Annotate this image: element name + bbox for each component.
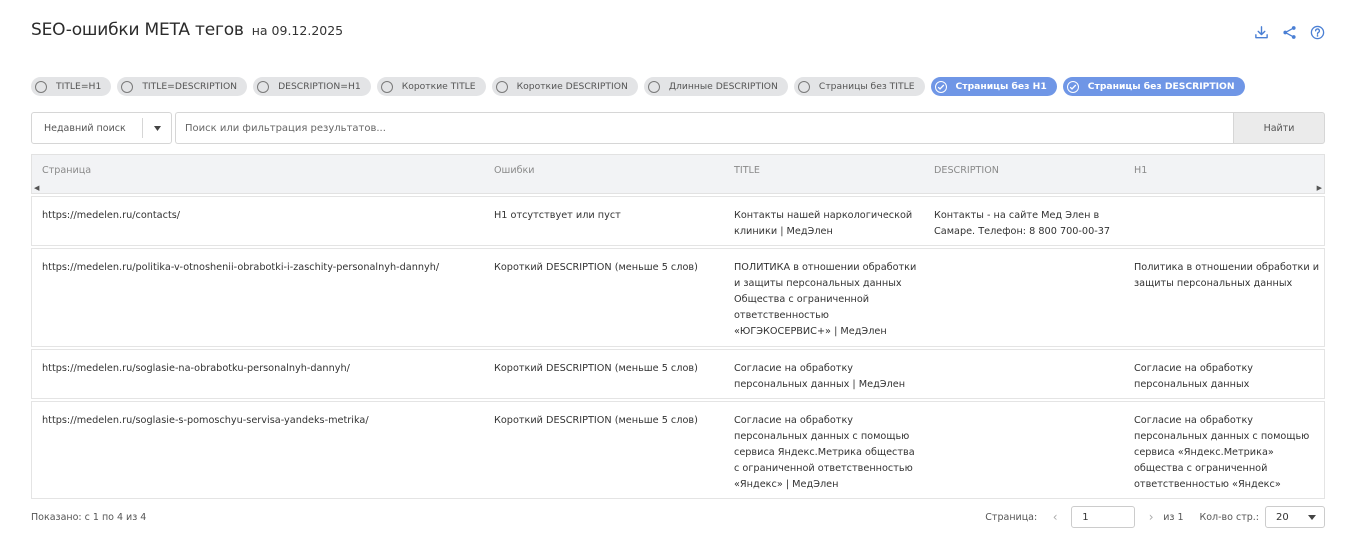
page-input[interactable] bbox=[1071, 506, 1136, 528]
scroll-left-icon[interactable]: ◀ bbox=[34, 184, 39, 192]
caret-down-icon bbox=[1308, 512, 1316, 523]
chip-label: Страницы без H1 bbox=[955, 81, 1047, 92]
table-row[interactable]: https://medelen.ru/contacts/ H1 отсутств… bbox=[31, 196, 1325, 246]
table-header: Страница Ошибки TITLE DESCRIPTION H1 bbox=[31, 154, 1325, 184]
table-row[interactable]: https://medelen.ru/politika-v-otnoshenii… bbox=[31, 248, 1325, 347]
cell-title: Согласие на обработку персональных данны… bbox=[734, 415, 915, 490]
page-label: Страница: bbox=[985, 511, 1038, 523]
results-table: Страница Ошибки TITLE DESCRIPTION H1 ◀ ▶… bbox=[31, 154, 1325, 499]
column-header-page[interactable]: Страница bbox=[42, 165, 91, 176]
cell-title: Согласие на обработку персональных данны… bbox=[734, 363, 906, 390]
filter-chip-long-description[interactable]: Длинные DESCRIPTION bbox=[643, 77, 788, 96]
results-count: Показано: с 1 по 4 из 4 bbox=[31, 512, 147, 523]
filter-chip-no-description[interactable]: Страницы без DESCRIPTION bbox=[1062, 77, 1245, 96]
cell-errors: Короткий DESCRIPTION (меньше 5 слов) bbox=[494, 363, 698, 374]
filter-chip-no-h1[interactable]: Страницы без H1 bbox=[930, 77, 1057, 96]
cell-errors: H1 отсутствует или пуст bbox=[494, 210, 621, 221]
column-header-h1[interactable]: H1 bbox=[1134, 165, 1147, 176]
page-header: SEO-ошибки META тегов на 09.12.2025 bbox=[31, 20, 343, 46]
filter-chip-short-title[interactable]: Короткие TITLE bbox=[376, 77, 486, 96]
column-header-description[interactable]: DESCRIPTION bbox=[934, 165, 999, 176]
recent-search-label: Недавний поиск bbox=[44, 122, 126, 134]
chip-label: Страницы без TITLE bbox=[818, 81, 915, 92]
column-header-errors[interactable]: Ошибки bbox=[494, 165, 535, 176]
radio-icon bbox=[257, 80, 270, 93]
cell-page[interactable]: https://medelen.ru/soglasie-s-pomoschyu-… bbox=[42, 413, 482, 429]
cell-page[interactable]: https://medelen.ru/soglasie-na-obrabotku… bbox=[42, 361, 482, 377]
page-title: SEO-ошибки META тегов bbox=[31, 20, 244, 40]
chip-label: Страницы без DESCRIPTION bbox=[1087, 81, 1235, 92]
pagination: Страница: ‹ › из 1 Кол-во стр.: 20 bbox=[985, 506, 1325, 528]
radio-icon bbox=[35, 80, 47, 93]
download-icon[interactable] bbox=[1252, 23, 1270, 41]
radio-icon bbox=[647, 80, 660, 93]
check-icon bbox=[1066, 80, 1079, 93]
radio-icon bbox=[797, 80, 810, 93]
page-date: на 09.12.2025 bbox=[251, 23, 344, 38]
cell-page[interactable]: https://medelen.ru/politika-v-otnoshenii… bbox=[42, 260, 482, 276]
chip-label: DESCRIPTION=H1 bbox=[278, 81, 361, 92]
filter-chip-title-h1[interactable]: TITLE=H1 bbox=[31, 77, 112, 96]
cell-title: Контакты нашей наркологической клиники |… bbox=[734, 210, 913, 237]
cell-h1: Согласие на обработку персональных данны… bbox=[1134, 415, 1310, 490]
help-icon[interactable] bbox=[1308, 23, 1326, 41]
page-size-label: Кол-во стр.: bbox=[1199, 511, 1260, 523]
chip-label: Короткие TITLE bbox=[401, 81, 476, 92]
table-row[interactable]: https://medelen.ru/soglasie-s-pomoschyu-… bbox=[31, 401, 1325, 499]
search-bar: Недавний поиск Найти bbox=[31, 112, 1325, 144]
cell-h1: Согласие на обработку персональных данны… bbox=[1134, 363, 1254, 390]
filter-chips: TITLE=H1 TITLE=DESCRIPTION DESCRIPTION=H… bbox=[31, 77, 1245, 96]
filter-chip-description-h1[interactable]: DESCRIPTION=H1 bbox=[253, 77, 371, 96]
chip-label: Короткие DESCRIPTION bbox=[516, 81, 628, 92]
check-icon bbox=[934, 80, 947, 93]
cell-title: ПОЛИТИКА в отношении обработки и защиты … bbox=[734, 262, 917, 337]
chevron-right-icon[interactable]: › bbox=[1145, 510, 1157, 524]
radio-icon bbox=[380, 80, 393, 93]
recent-search-dropdown[interactable]: Недавний поиск bbox=[31, 112, 172, 144]
search-button[interactable]: Найти bbox=[1233, 112, 1325, 144]
cell-page[interactable]: https://medelen.ru/contacts/ bbox=[42, 208, 482, 224]
radio-icon bbox=[495, 80, 508, 93]
caret-down-icon bbox=[143, 125, 171, 131]
cell-h1: Политика в отношении обработки и защиты … bbox=[1134, 262, 1320, 289]
filter-chip-short-description[interactable]: Короткие DESCRIPTION bbox=[491, 77, 638, 96]
page-size-value: 20 bbox=[1276, 511, 1289, 523]
chevron-left-icon[interactable]: ‹ bbox=[1049, 510, 1061, 524]
chip-label: Длинные DESCRIPTION bbox=[668, 81, 778, 92]
cell-errors: Короткий DESCRIPTION (меньше 5 слов) bbox=[494, 415, 698, 426]
page-size-select[interactable]: 20 bbox=[1265, 506, 1325, 528]
scroll-right-icon[interactable]: ▶ bbox=[1317, 184, 1322, 192]
filter-chip-title-description[interactable]: TITLE=DESCRIPTION bbox=[117, 77, 248, 96]
table-row[interactable]: https://medelen.ru/soglasie-na-obrabotku… bbox=[31, 349, 1325, 399]
filter-chip-no-title[interactable]: Страницы без TITLE bbox=[793, 77, 925, 96]
cell-description: Контакты - на сайте Мед Элен в Самаре. Т… bbox=[934, 210, 1111, 237]
horizontal-scrollbar[interactable]: ◀ ▶ bbox=[31, 184, 1325, 194]
header-actions bbox=[1252, 23, 1326, 41]
chip-label: TITLE=DESCRIPTION bbox=[142, 81, 238, 92]
page-total: из 1 bbox=[1163, 511, 1184, 523]
share-icon[interactable] bbox=[1280, 23, 1298, 41]
chip-label: TITLE=H1 bbox=[56, 81, 102, 92]
column-header-title[interactable]: TITLE bbox=[734, 165, 760, 176]
search-input[interactable] bbox=[175, 112, 1233, 144]
radio-icon bbox=[121, 80, 134, 93]
cell-errors: Короткий DESCRIPTION (меньше 5 слов) bbox=[494, 262, 698, 273]
